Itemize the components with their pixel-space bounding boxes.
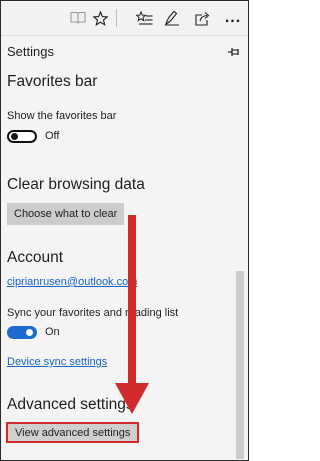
clear-browsing-heading: Clear browsing data — [7, 176, 145, 193]
scrollbar[interactable] — [236, 271, 244, 459]
account-email-link[interactable]: ciprianrusen@outlook.com — [7, 276, 137, 288]
favorites-bar-state: Off — [45, 130, 60, 142]
reading-view-icon[interactable] — [67, 7, 89, 29]
favorites-list-icon[interactable] — [133, 7, 155, 29]
device-sync-settings-link[interactable]: Device sync settings — [7, 356, 107, 368]
sync-state: On — [45, 326, 60, 338]
toggle-knob — [26, 329, 33, 336]
toggle-knob — [11, 133, 18, 140]
advanced-settings-heading: Advanced settings — [7, 396, 134, 413]
view-advanced-settings-button[interactable]: View advanced settings — [6, 422, 140, 443]
settings-panel: Settings Favorites bar Show the favorite… — [1, 35, 248, 460]
browser-window: ... Settings Favorites bar Show the favo… — [0, 0, 249, 461]
favorite-star-icon[interactable] — [89, 7, 111, 29]
pen-note-icon[interactable] — [161, 7, 183, 29]
account-heading: Account — [7, 249, 64, 266]
more-icon[interactable]: ... — [222, 7, 244, 29]
favorites-bar-toggle[interactable] — [7, 130, 37, 143]
browser-toolbar: ... — [1, 1, 248, 35]
sync-label: Sync your favorites and reading list — [7, 307, 179, 319]
toolbar-separator — [116, 9, 117, 27]
sync-toggle[interactable] — [7, 326, 37, 339]
favorites-bar-label: Show the favorites bar — [7, 110, 117, 122]
panel-title: Settings — [7, 44, 54, 59]
favorites-bar-heading: Favorites bar — [7, 73, 98, 90]
share-icon[interactable] — [191, 7, 213, 29]
pin-icon[interactable] — [227, 45, 241, 57]
choose-what-to-clear-button[interactable]: Choose what to clear — [7, 203, 125, 225]
